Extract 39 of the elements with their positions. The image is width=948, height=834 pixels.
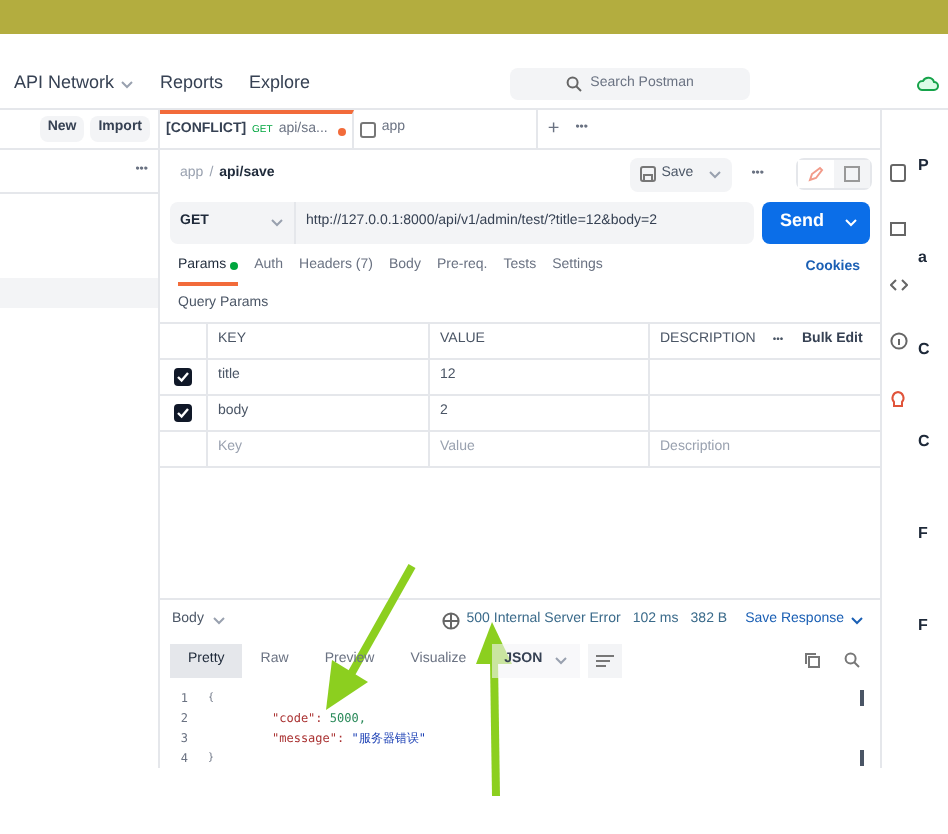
nav-link[interactable]: Explore — [249, 70, 311, 98]
chevron-icon — [120, 79, 135, 89]
chevron-icon — [270, 217, 284, 227]
panel-heading: P — [918, 154, 930, 178]
chevron-icon — [850, 615, 864, 625]
scrollbar[interactable] — [860, 750, 864, 766]
chevron-icon — [554, 655, 569, 665]
panel-heading: a — [918, 246, 929, 270]
checkbox[interactable] — [174, 368, 192, 386]
panel-heading: F — [918, 614, 930, 638]
copy-icon[interactable] — [804, 652, 820, 668]
scrollbar[interactable] — [860, 690, 864, 706]
globe-icon — [442, 611, 461, 629]
panel-heading: C — [918, 338, 930, 362]
comment-icon[interactable] — [890, 222, 906, 238]
panel-heading: F — [918, 522, 930, 546]
nav-link[interactable]: Reports — [160, 70, 224, 98]
new-tab-button[interactable]: + — [547, 114, 560, 144]
document-icon — [844, 166, 860, 182]
document-icon — [359, 121, 376, 137]
send-button[interactable]: Send — [762, 201, 870, 243]
lightbulb-icon[interactable] — [890, 390, 906, 410]
chevron-icon — [211, 615, 226, 625]
code-icon[interactable] — [889, 278, 907, 292]
info-icon[interactable] — [889, 332, 907, 350]
pencil-icon — [808, 166, 824, 182]
panel-heading: C — [918, 430, 930, 454]
mode-toggle-button[interactable] — [798, 160, 834, 188]
floppy-icon — [639, 166, 656, 182]
chevron-icon — [844, 217, 858, 227]
chevron-icon — [707, 169, 722, 179]
wrap-button[interactable] — [588, 643, 623, 677]
search-icon — [566, 76, 583, 92]
checkbox[interactable] — [174, 404, 192, 422]
nav-link[interactable]: API Network — [14, 70, 135, 98]
search-icon[interactable] — [844, 652, 860, 668]
document-icon[interactable] — [890, 164, 906, 182]
cloud-icon[interactable] — [916, 74, 940, 94]
wrap-icon — [596, 653, 615, 667]
